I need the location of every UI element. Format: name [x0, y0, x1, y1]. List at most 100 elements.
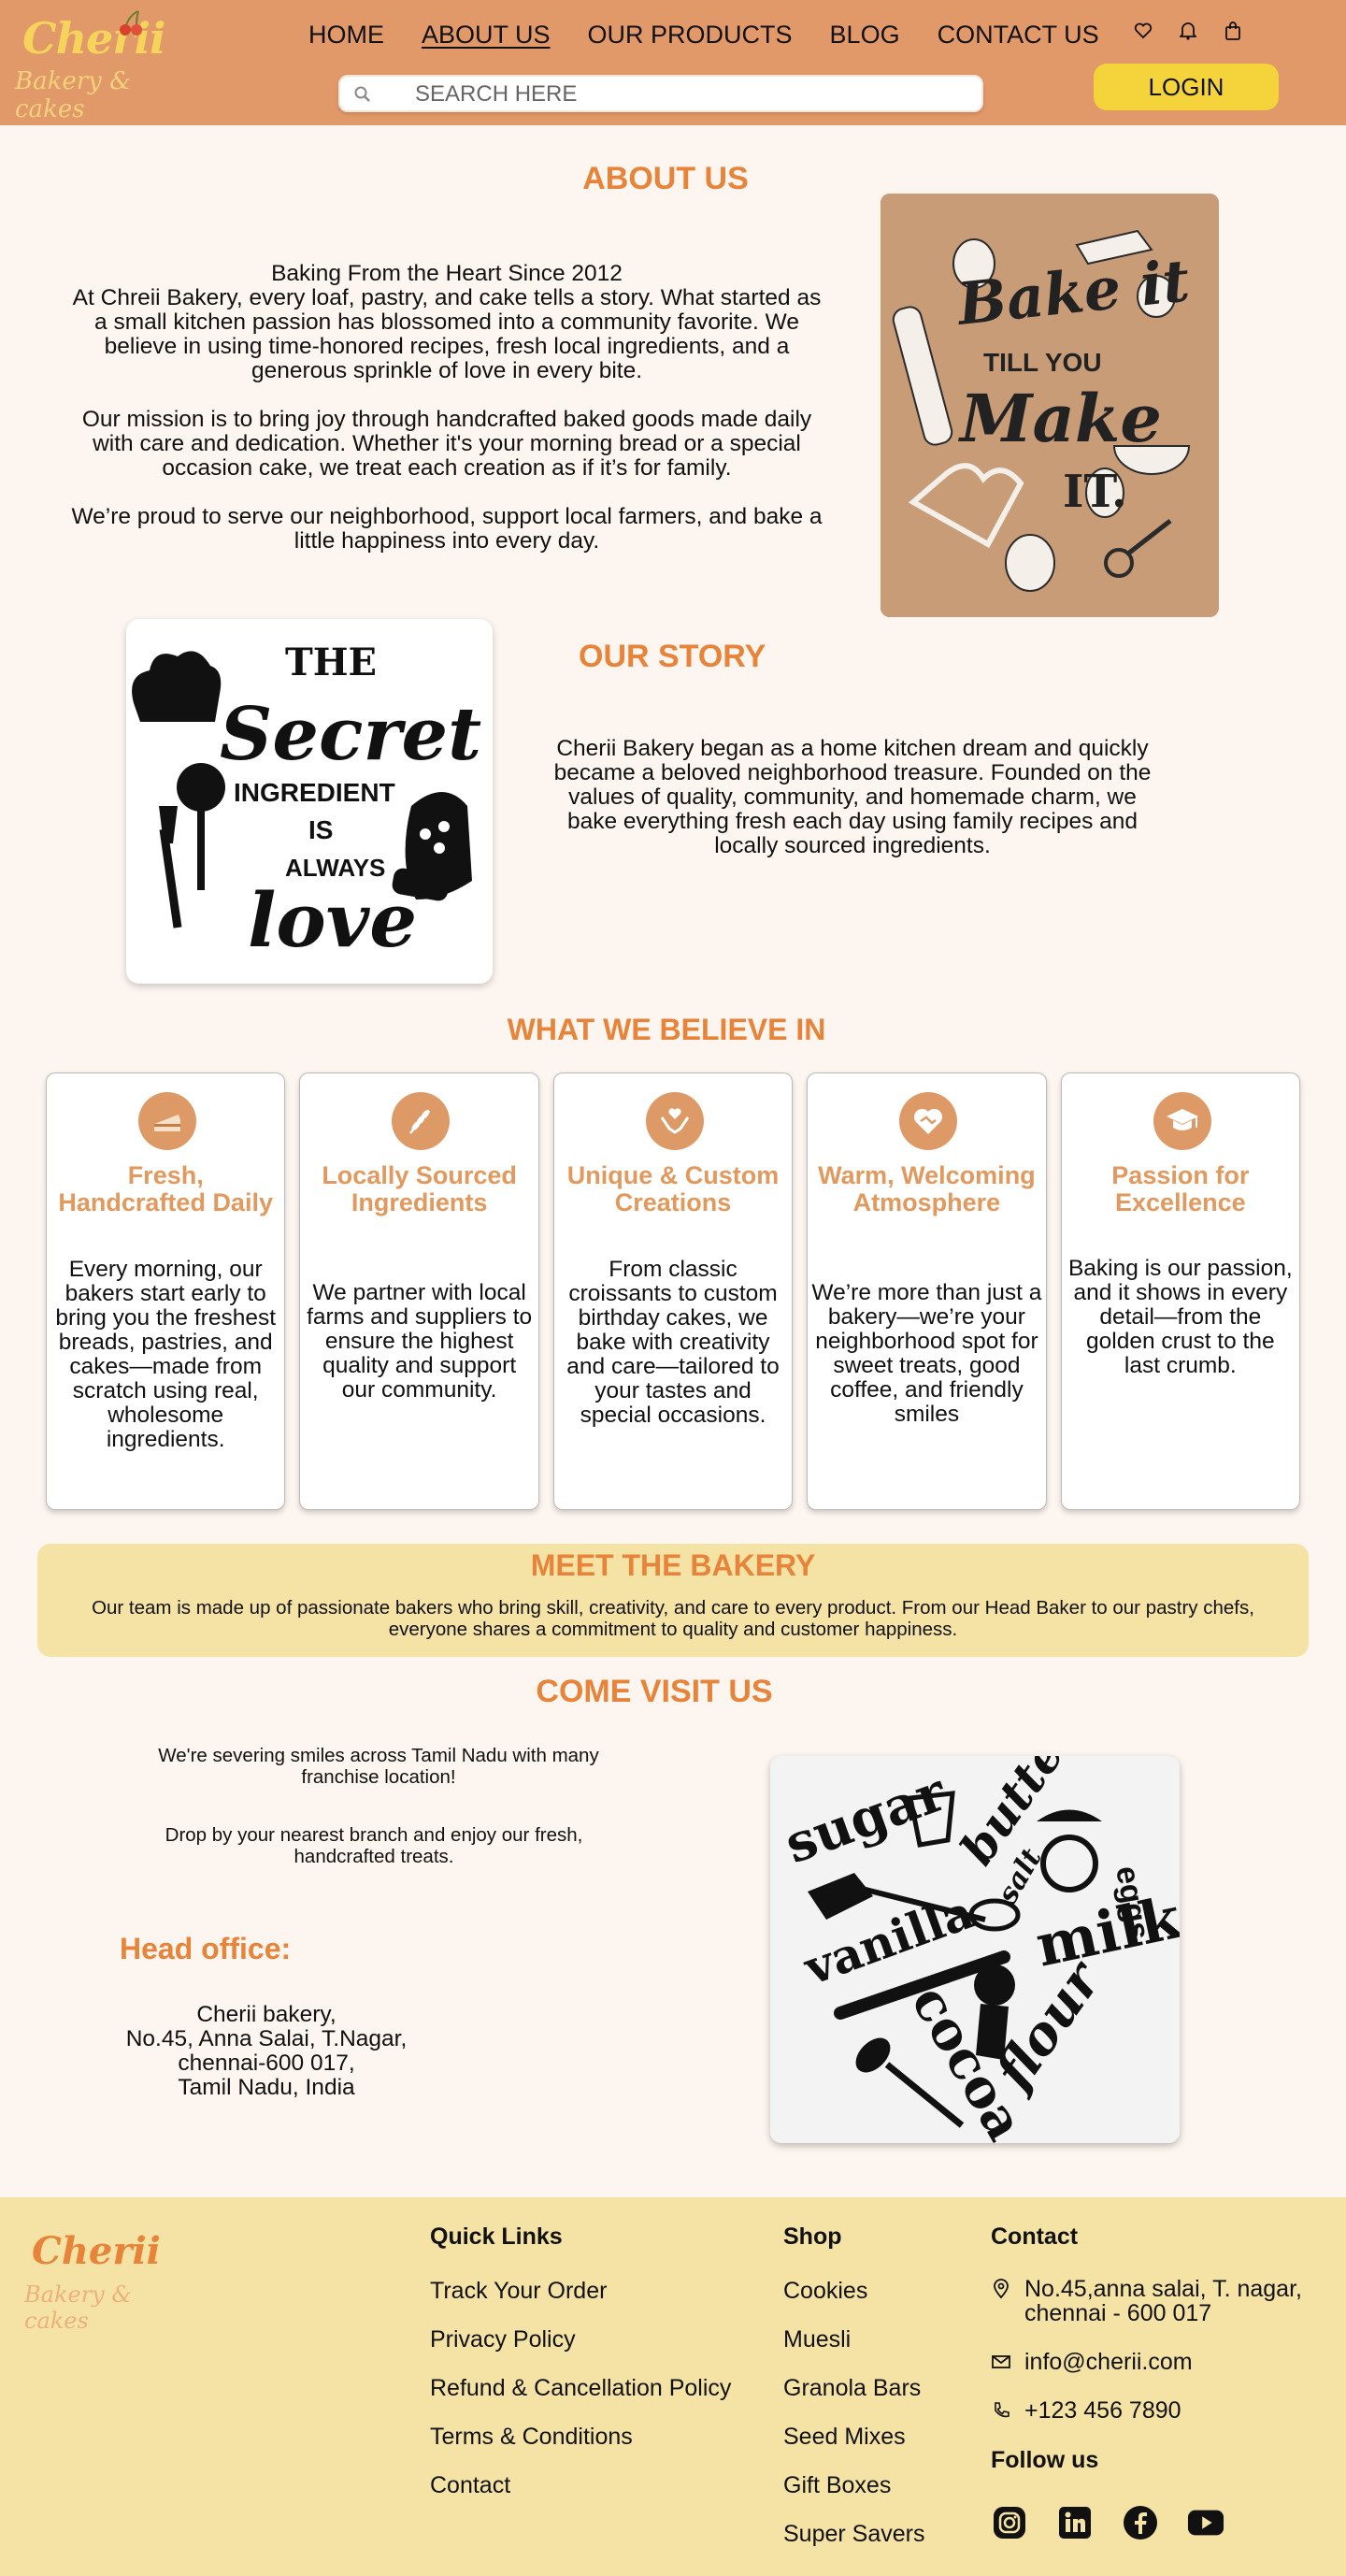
poster-secret: Secret — [220, 692, 481, 777]
search-bar — [338, 75, 983, 112]
belief-card: Passion for Excellence Baking is our pas… — [1060, 1072, 1301, 1510]
footer-link-contact[interactable]: Contact — [430, 2471, 731, 2499]
contact-title: Contact — [991, 2223, 1079, 2250]
belief-title: Unique & Custom Creations — [566, 1161, 780, 1216]
mail-icon — [992, 2355, 1010, 2368]
believe-cards: Fresh, Handcrafted Daily Every morning, … — [46, 1072, 1301, 1510]
footer-contact: Contact No.45,anna salai, T. nagar, chen… — [991, 2223, 1337, 2541]
belief-card: Locally Sourced Ingredients We partner w… — [299, 1072, 539, 1510]
footer-shop-seed-mixes[interactable]: Seed Mixes — [783, 2423, 924, 2451]
address-line: Cherii bakery, — [196, 2002, 336, 2027]
bake-it-illustration: Bake it TILL YOU Make IT. — [881, 194, 1219, 617]
instagram-icon[interactable] — [991, 2504, 1028, 2541]
address-line: Tamil Nadu, India — [178, 2075, 355, 2100]
wheat-icon — [392, 1092, 451, 1150]
belief-card: Fresh, Handcrafted Daily Every morning, … — [46, 1072, 286, 1510]
footer-brand-name: Cherii — [32, 2229, 161, 2273]
youtube-icon[interactable] — [1187, 2504, 1224, 2541]
bake-it-poster: Bake it TILL YOU Make IT. — [881, 194, 1219, 617]
footer-shop-cookies[interactable]: Cookies — [783, 2277, 924, 2305]
belief-body: We’re more than just a bakery—we’re your… — [811, 1280, 1042, 1427]
belief-body: We partner with local farms and supplier… — [307, 1280, 533, 1403]
nav-our-products[interactable]: OUR PRODUCTS — [588, 21, 793, 50]
social-links — [991, 2504, 1337, 2541]
facebook-icon[interactable] — [1122, 2504, 1159, 2541]
address-line: chennai-600 017, — [178, 2051, 355, 2076]
footer-shop-muesli[interactable]: Muesli — [783, 2325, 924, 2353]
story-title: OUR STORY — [579, 639, 766, 674]
brand-tagline: Bakery & cakes — [15, 67, 132, 123]
site-header: Cherii Bakery & cakes HOME ABOUT US OUR … — [0, 0, 1346, 125]
head-office-address: Cherii bakery, No.45, Anna Salai, T.Naga… — [103, 2003, 430, 2100]
belief-card: Unique & Custom Creations From classic c… — [552, 1072, 794, 1510]
belief-title: Warm, Welcoming Atmosphere — [818, 1161, 1036, 1216]
ingredients-heart-poster: sugar butter eggs salt vanilla milk flou… — [770, 1756, 1180, 2143]
belief-body: Baking is our passion, and it shows in e… — [1067, 1256, 1293, 1378]
search-icon — [354, 86, 370, 102]
poster-till-you: TILL YOU — [983, 348, 1102, 377]
secret-ingredient-poster: THE Secret INGREDIENT IS ALWAYS love — [126, 619, 493, 984]
bag-icon[interactable] — [1223, 21, 1243, 41]
footer-quick-links: Quick Links Track Your Order Privacy Pol… — [430, 2223, 731, 2520]
footer-shop-super-savers[interactable]: Super Savers — [783, 2520, 924, 2548]
quick-links-title: Quick Links — [430, 2223, 563, 2250]
graduation-cap-icon — [1153, 1092, 1211, 1150]
story-text: Cherii Bakery began as a home kitchen dr… — [553, 736, 1152, 858]
meet-text: Our team is made up of passionate bakers… — [92, 1597, 1254, 1640]
meet-title: MEET THE BAKERY — [530, 1548, 816, 1582]
about-title: ABOUT US — [582, 161, 749, 196]
secret-ingredient-illustration: THE Secret INGREDIENT IS ALWAYS love — [126, 619, 493, 984]
belief-title: Passion for Excellence — [1111, 1161, 1250, 1216]
footer-brand-tagline: Bakery & cakes — [24, 2281, 132, 2334]
meet-the-bakery: MEET THE BAKERY Our team is made up of p… — [37, 1544, 1309, 1657]
footer-link-refund-policy[interactable]: Refund & Cancellation Policy — [430, 2374, 731, 2402]
head-office-label: Head office: — [120, 1932, 292, 1965]
main-nav: HOME ABOUT US OUR PRODUCTS BLOG CONTACT … — [308, 21, 1099, 50]
visit-paragraph-1: We're severing smiles across Tamil Nadu … — [158, 1745, 599, 1788]
nav-about-us[interactable]: ABOUT US — [422, 21, 551, 50]
belief-body: From classic croissants to custom birthd… — [566, 1257, 780, 1428]
footer-shop: Shop Cookies Muesli Granola Bars Seed Mi… — [783, 2223, 924, 2569]
about-paragraph-1: At Chreii Bakery, every loaf, pastry, an… — [72, 285, 822, 383]
footer-logo[interactable]: Cherii Bakery & cakes — [24, 2222, 202, 2334]
location-pin-icon — [994, 2279, 1009, 2299]
brand-logo[interactable]: Cherii Bakery & cakes — [15, 7, 174, 123]
belief-card: Warm, Welcoming Atmosphere We’re more th… — [807, 1072, 1047, 1510]
poster-ingredient: INGREDIENT — [234, 778, 395, 807]
contact-phone-row: +123 456 7890 — [991, 2398, 1337, 2423]
site-footer: Cherii Bakery & cakes Quick Links Track … — [0, 2197, 1346, 2576]
footer-shop-granola-bars[interactable]: Granola Bars — [783, 2374, 924, 2402]
linkedin-icon[interactable] — [1056, 2504, 1094, 2541]
about-text: Baking From the Heart Since 2012 At Chre… — [64, 262, 830, 578]
contact-email[interactable]: info@cherii.com — [1024, 2350, 1193, 2374]
footer-link-track-order[interactable]: Track Your Order — [430, 2277, 731, 2305]
address-line: No.45, Anna Salai, T.Nagar, — [125, 2026, 408, 2051]
heart-icon[interactable] — [1133, 21, 1153, 41]
handshake-heart-icon — [899, 1092, 958, 1150]
visit-paragraph-2: Drop by your nearest branch and enjoy ou… — [165, 1824, 583, 1867]
nav-contact-us[interactable]: CONTACT US — [938, 21, 1099, 50]
about-tagline: Baking From the Heart Since 2012 — [271, 261, 623, 286]
contact-phone[interactable]: +123 456 7890 — [1024, 2398, 1181, 2423]
search-input[interactable] — [415, 80, 957, 108]
poster-it: IT. — [1063, 466, 1127, 518]
follow-us-label: Follow us — [991, 2447, 1099, 2473]
ingredients-heart-illustration: sugar butter eggs salt vanilla milk flou… — [770, 1756, 1180, 2143]
footer-link-privacy-policy[interactable]: Privacy Policy — [430, 2325, 731, 2353]
nav-home[interactable]: HOME — [308, 21, 384, 50]
contact-email-row: info@cherii.com — [991, 2350, 1337, 2374]
visit-title: COME VISIT US — [536, 1674, 773, 1709]
poster-the: THE — [285, 640, 377, 684]
nav-blog[interactable]: BLOG — [830, 21, 900, 50]
believe-title: WHAT WE BELIEVE IN — [507, 1013, 826, 1046]
hands-heart-icon — [645, 1092, 704, 1150]
login-button[interactable]: LOGIN — [1094, 64, 1279, 110]
poster-is: IS — [308, 815, 333, 844]
poster-make: Make — [958, 380, 1162, 457]
about-paragraph-2: Our mission is to bring joy through hand… — [81, 407, 812, 481]
footer-shop-gift-boxes[interactable]: Gift Boxes — [783, 2471, 924, 2499]
contact-address: No.45,anna salai, T. nagar, chennai - 60… — [1024, 2276, 1302, 2326]
contact-address-row: No.45,anna salai, T. nagar, chennai - 60… — [991, 2277, 1337, 2325]
bell-icon[interactable] — [1178, 21, 1198, 41]
footer-link-terms[interactable]: Terms & Conditions — [430, 2423, 731, 2451]
